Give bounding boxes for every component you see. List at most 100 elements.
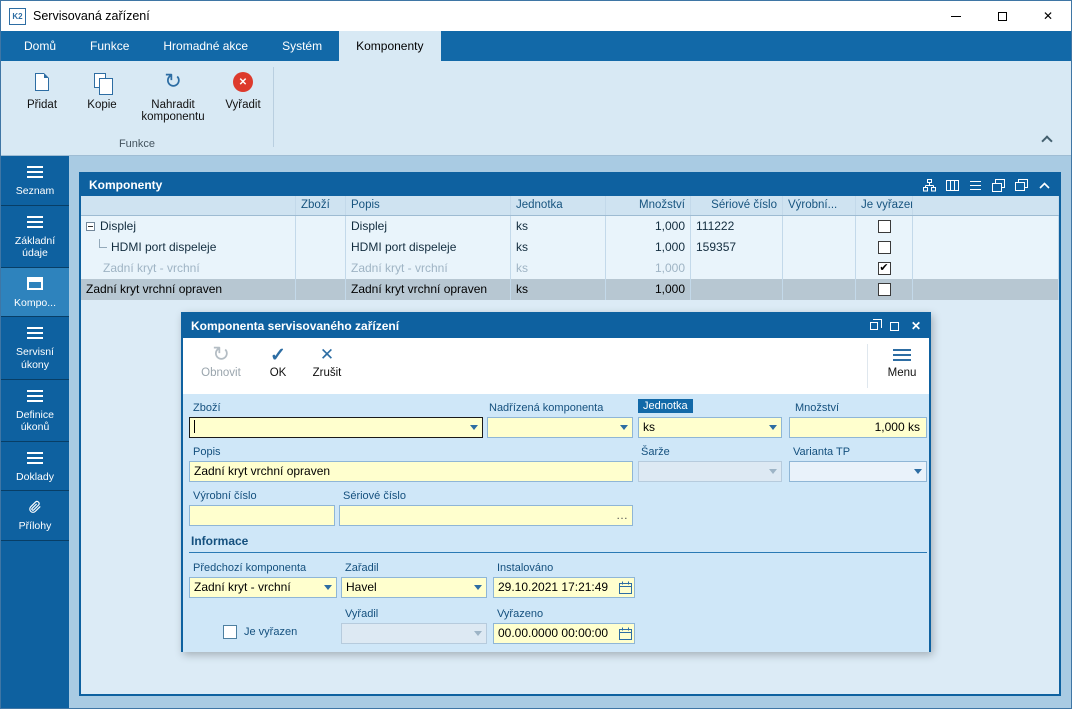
popis-input[interactable]: Zadní kryt vrchní opraven (189, 461, 633, 482)
tab-komponenty[interactable]: Komponenty (339, 31, 440, 61)
ellipsis-button[interactable]: … (616, 506, 628, 525)
sidebar-item-definice-ukonu[interactable]: Definice úkonů (1, 380, 69, 442)
je-vyrazen-cell (856, 237, 913, 258)
app-icon: K2 (9, 8, 26, 25)
checkbox-je-vyrazen[interactable] (878, 220, 891, 233)
nahradit-komponentu-button[interactable]: ↻ Nahradit komponentu (133, 69, 213, 123)
ribbon-group-label: Funkce (1, 138, 273, 150)
toolbar-separator (867, 344, 868, 388)
varianta-tp-label: Varianta TP (793, 446, 850, 458)
sidebar-item-prilohy[interactable]: Přílohy (1, 491, 69, 541)
dialog-restore-button[interactable] (870, 322, 878, 330)
zaradil-input[interactable]: Havel (341, 577, 487, 598)
checkbox-je-vyrazen[interactable] (878, 262, 891, 275)
zrusit-button[interactable]: ✕ Zrušit (303, 343, 351, 379)
dropdown-icon[interactable] (467, 421, 480, 434)
seriove-cislo-input[interactable]: … (339, 505, 633, 526)
obnovit-button[interactable]: ↻ Obnovit (193, 343, 249, 379)
pridat-button[interactable]: Přidat (15, 69, 69, 111)
vyrazeno-input[interactable]: 00.00.0000 00:00:00 (493, 623, 635, 644)
dropdown-icon[interactable] (911, 465, 924, 478)
maximize-button[interactable] (979, 1, 1025, 31)
sidebar-item-servisni-ukony[interactable]: Servisní úkony (1, 317, 69, 379)
cancel-x-icon: ✕ (303, 343, 351, 367)
col-mnozstvi[interactable]: Množství (606, 196, 691, 215)
vyrobni-cislo-input[interactable] (189, 505, 335, 526)
zbozi-cell (296, 216, 346, 237)
col-je-vyrazen[interactable]: Je vyřazen (856, 196, 913, 215)
minimize-button[interactable] (933, 1, 979, 31)
panel-collapse-chevron-icon[interactable] (1038, 180, 1051, 191)
table-row-selected[interactable]: Zadní kryt vrchní opraven Zadní kryt vrc… (81, 279, 1059, 300)
jednotka-input[interactable]: ks (638, 417, 782, 438)
tab-domu[interactable]: Domů (7, 31, 73, 61)
jednotka-cell: ks (511, 279, 606, 300)
sidebar-item-komponenty[interactable]: Kompo... (1, 268, 69, 318)
je-vyrazen-field: Je vyřazen (223, 625, 297, 639)
table-row[interactable]: Zadní kryt - vrchní Zadní kryt - vrchní … (81, 258, 1059, 279)
predchozi-komponenta-input[interactable]: Zadní kryt - vrchní (189, 577, 337, 598)
calendar-icon[interactable] (619, 581, 632, 598)
sidebar-item-seznam[interactable]: Seznam (1, 156, 69, 206)
je-vyrazen-checkbox[interactable] (223, 625, 237, 639)
maximize-icon (998, 12, 1007, 21)
col-popis[interactable]: Popis (346, 196, 511, 215)
nadrizena-komponenta-input[interactable] (487, 417, 633, 438)
mnozstvi-cell: 1,000 (606, 237, 691, 258)
col-tree[interactable] (81, 196, 296, 215)
dropdown-icon[interactable] (471, 627, 484, 640)
varianta-tp-input[interactable] (789, 461, 927, 482)
dropdown-icon[interactable] (766, 421, 779, 434)
instalovano-label: Instalováno (497, 562, 553, 574)
col-vyrobni[interactable]: Výrobní... (783, 196, 856, 215)
checkbox-je-vyrazen[interactable] (878, 283, 891, 296)
ribbon-collapse-chevron-icon[interactable] (1041, 135, 1052, 146)
nadrizena-komponenta-label: Nadřízená komponenta (489, 402, 603, 414)
ribbon-group-separator (273, 67, 274, 147)
list-view-icon[interactable] (969, 179, 982, 192)
col-seriove-cislo[interactable]: Sériové číslo (691, 196, 783, 215)
mnozstvi-cell: 1,000 (606, 279, 691, 300)
menu-button[interactable]: Menu (879, 343, 925, 379)
instalovano-input[interactable]: 29.10.2021 17:21:49 (493, 577, 635, 598)
ribbon-tabbar: Domů Funkce Hromadné akce Systém Kompone… (1, 31, 1071, 61)
cascade-windows-icon[interactable] (992, 179, 1005, 192)
tree-cell: Displej (81, 216, 296, 237)
dropdown-icon[interactable] (321, 581, 334, 594)
col-jednotka[interactable]: Jednotka (511, 196, 606, 215)
sidebar-item-doklady[interactable]: Doklady (1, 442, 69, 492)
jednotka-cell: ks (511, 258, 606, 279)
collapse-minus-icon[interactable] (86, 222, 95, 231)
sarze-input[interactable] (638, 461, 782, 482)
tab-hromadne-akce[interactable]: Hromadné akce (146, 31, 265, 61)
dialog-maximize-button[interactable] (890, 322, 899, 331)
vyradit-button[interactable]: ✕ Vyřadit (217, 69, 269, 111)
sidebar-item-zakladni-udaje[interactable]: Základní údaje (1, 206, 69, 268)
vyradil-input[interactable] (341, 623, 487, 644)
zbozi-input[interactable] (189, 417, 483, 438)
tab-funkce[interactable]: Funkce (73, 31, 146, 61)
tree-view-icon[interactable] (923, 179, 936, 192)
dialog-close-button[interactable]: ✕ (911, 319, 921, 333)
maximize-icon (890, 322, 899, 331)
sidebar-label: Přílohy (3, 520, 67, 533)
dropdown-icon[interactable] (766, 465, 779, 478)
dropdown-icon[interactable] (471, 581, 484, 594)
jednotka-cell: ks (511, 216, 606, 237)
dropdown-icon[interactable] (617, 421, 630, 434)
col-zbozi[interactable]: Zboží (296, 196, 346, 215)
copy-icon (77, 69, 127, 95)
table-row[interactable]: HDMI port dispeleje HDMI port dispeleje … (81, 237, 1059, 258)
table-row[interactable]: Displej Displej ks 1,000 111222 (81, 216, 1059, 237)
kopie-button[interactable]: Kopie (77, 69, 127, 111)
ok-button[interactable]: ✓ OK (257, 343, 299, 379)
checkbox-je-vyrazen[interactable] (878, 241, 891, 254)
calendar-icon[interactable] (619, 627, 632, 644)
filler-cell (913, 216, 1059, 237)
je-vyrazen-cell (856, 279, 913, 300)
mnozstvi-input[interactable]: 1,000 ks (789, 417, 927, 438)
tab-system[interactable]: Systém (265, 31, 339, 61)
tile-windows-icon[interactable] (1015, 179, 1028, 192)
close-button[interactable]: ✕ (1025, 1, 1071, 31)
columns-icon[interactable] (946, 179, 959, 192)
